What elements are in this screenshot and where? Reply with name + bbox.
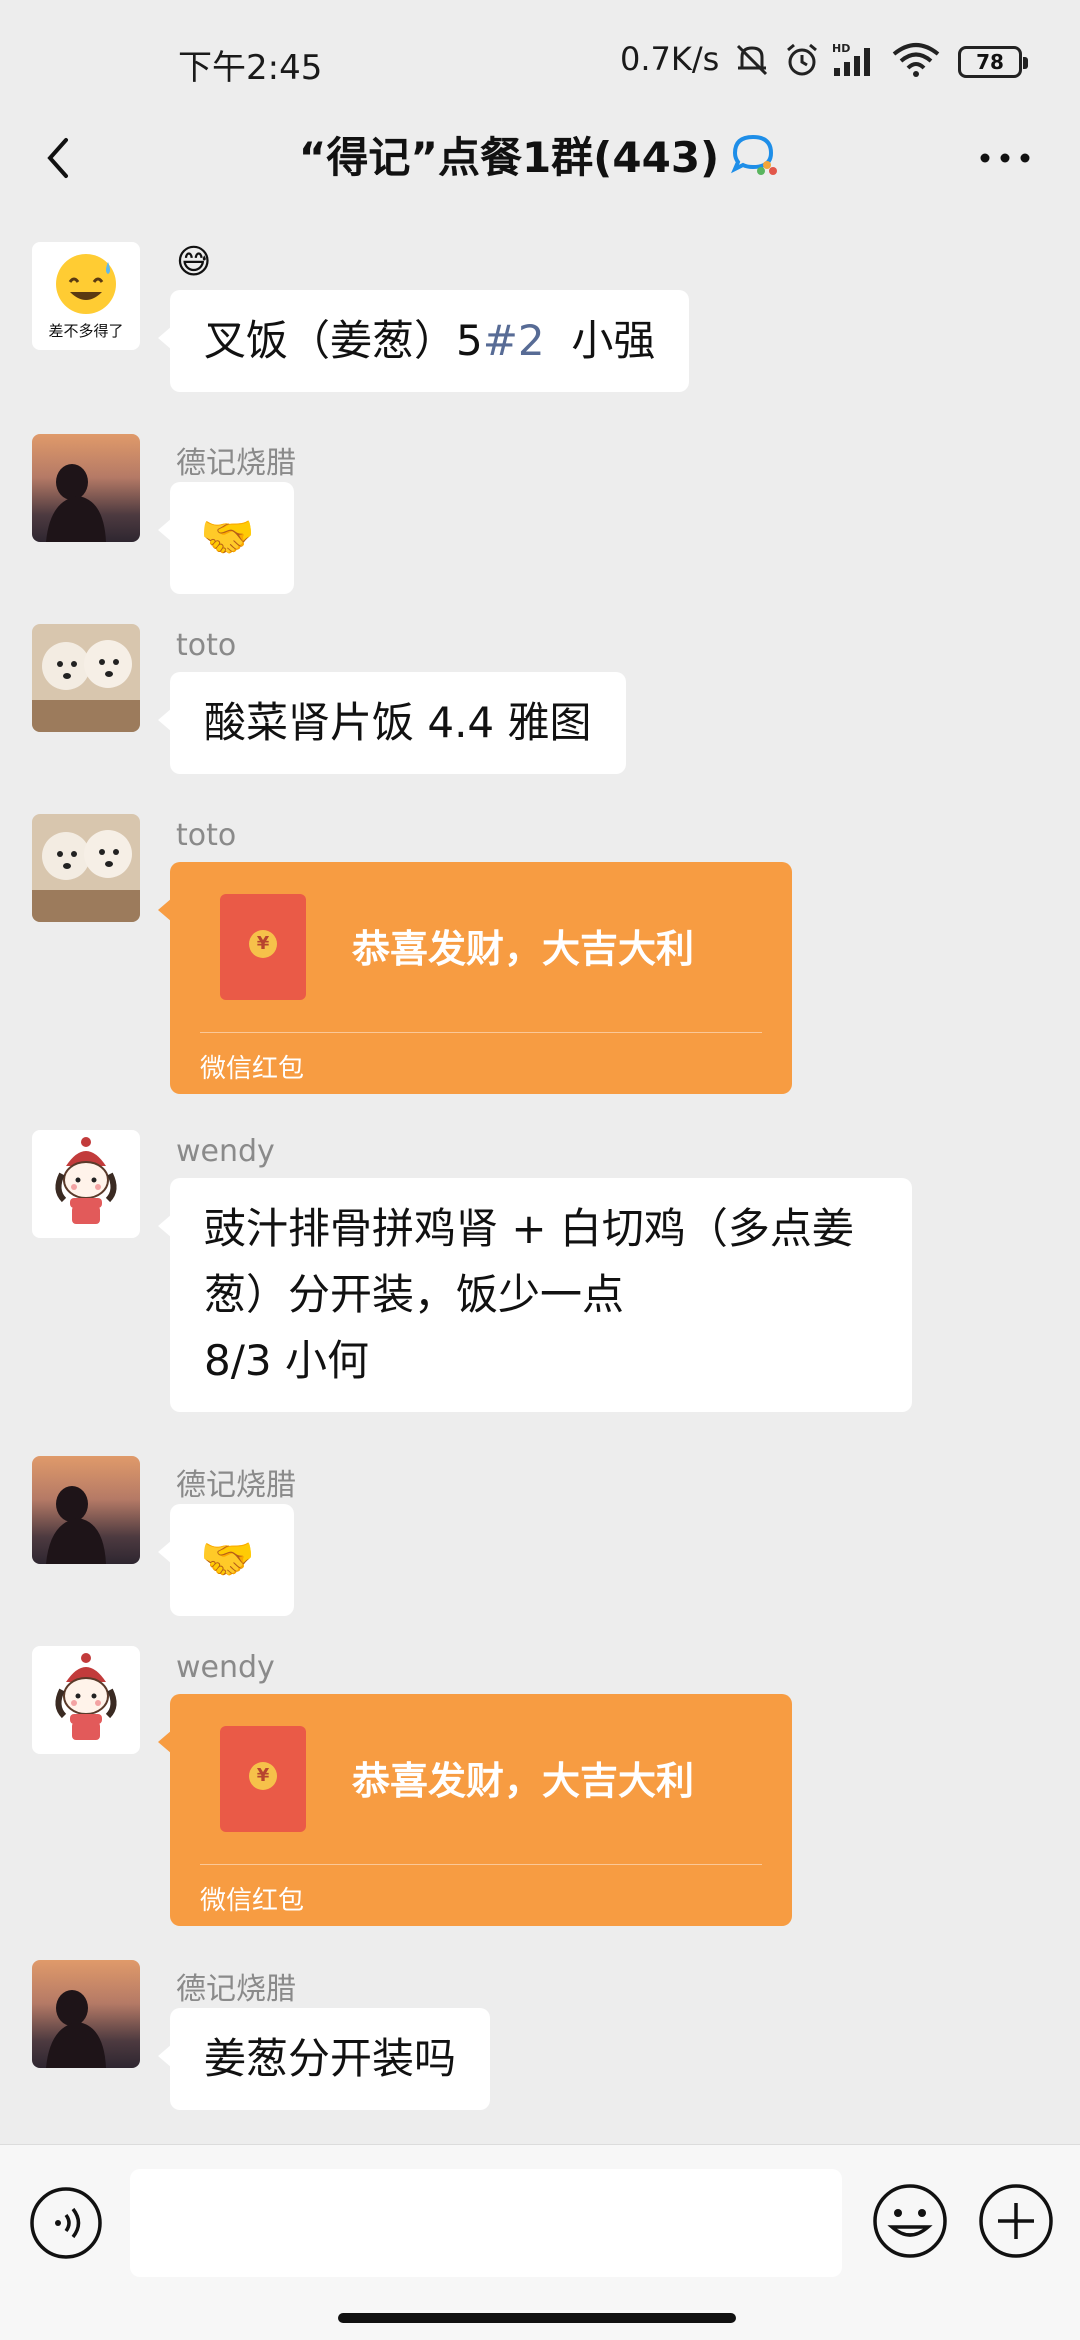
plus-icon[interactable] [976, 2181, 1056, 2261]
red-envelope-icon: ¥ [220, 1726, 306, 1832]
handshake-emoji: 🤝 [200, 512, 255, 563]
message-bubble[interactable]: 豉汁排骨拼鸡肾 + 白切鸡（多点姜 葱）分开装，饭少一点 8/3 小何 [158, 1178, 912, 1412]
status-time: 下午2:45 [178, 48, 323, 88]
network-speed: 0.7K/s [620, 40, 720, 78]
avatar[interactable] [32, 1130, 140, 1238]
mute-bell-icon [736, 44, 768, 76]
avatar[interactable] [32, 814, 140, 922]
message-line-2: 葱）分开装，饭少一点 [204, 1270, 625, 1319]
sender-name: toto [176, 818, 237, 853]
message-line-3: 8/3 小何 [204, 1336, 369, 1385]
avatar[interactable] [32, 1456, 140, 1564]
red-packet-card[interactable]: ¥ 恭喜发财，大吉大利 微信红包 [158, 1694, 792, 1926]
message-input[interactable] [130, 2169, 842, 2277]
chat-title: “得记”点餐1群(443) [298, 133, 720, 182]
message-bubble[interactable]: 叉饭（姜葱）5#2 小强 [157, 290, 690, 392]
person-silhouette-icon [46, 1486, 106, 1564]
chat-header: “得记”点餐1群(443) [0, 112, 1080, 204]
message-text: 姜葱分开装吗 [204, 2034, 457, 2083]
battery-indicator: 78 [958, 46, 1028, 78]
red-envelope-icon: ¥ [220, 894, 306, 1000]
sender-name: wendy [176, 1650, 275, 1685]
svg-text:HD: HD [832, 42, 850, 55]
message-bubble[interactable]: 酸菜肾片饭 4.4 雅图 [158, 672, 626, 774]
avatar-caption: 差不多得了 [48, 322, 124, 340]
cartoon-girl-icon [55, 1137, 117, 1224]
avatar[interactable] [32, 1960, 140, 2068]
message-line-1: 豉汁排骨拼鸡肾 + 白切鸡（多点姜 [204, 1204, 854, 1253]
message-text: 酸菜肾片饭 4.4 雅图 [204, 698, 592, 747]
avatar[interactable]: 差不多得了 [32, 242, 140, 350]
person-silhouette-icon [46, 1990, 106, 2068]
message-text: 叉饭（姜葱）5 [204, 316, 483, 365]
divider [200, 1864, 762, 1865]
sender-name: toto [176, 628, 237, 663]
more-icon[interactable] [970, 128, 1040, 188]
emoji-icon[interactable] [870, 2181, 950, 2261]
sender-name: wendy [176, 1134, 275, 1169]
signal-hd-icon: HD [832, 42, 870, 76]
input-bar [0, 2144, 1080, 2340]
avatar[interactable] [32, 624, 140, 732]
divider [200, 1032, 762, 1033]
sender-name: 德记烧腊 [176, 446, 296, 481]
enterprise-wechat-icon [731, 134, 778, 175]
alarm-icon [787, 43, 817, 76]
voice-icon[interactable] [28, 2185, 104, 2261]
puppies-icon [32, 640, 140, 732]
cartoon-girl-icon [55, 1653, 117, 1740]
emoji-line: 😅 [176, 242, 212, 282]
message-text-tail: 小强 [544, 316, 656, 365]
sender-name: 德记烧腊 [176, 1972, 296, 2007]
handshake-emoji: 🤝 [200, 1534, 255, 1585]
home-indicator[interactable] [338, 2313, 736, 2323]
message-hashtag: #2 [482, 316, 545, 365]
avatar[interactable] [32, 434, 140, 542]
red-packet-greeting: 恭喜发财，大吉大利 [352, 1759, 695, 1803]
message-bubble[interactable]: 🤝 [158, 482, 294, 594]
red-packet-card[interactable]: ¥ 恭喜发财，大吉大利 微信红包 [158, 862, 792, 1094]
red-packet-label: 微信红包 [200, 1054, 305, 1084]
red-packet-greeting: 恭喜发财，大吉大利 [352, 927, 695, 971]
status-bar: 下午2:45 0.7K/s HD 78 [0, 0, 1080, 120]
chat-title-area: “得记”点餐1群(443) [0, 124, 1080, 185]
wifi-icon [892, 43, 940, 77]
message-bubble[interactable]: 姜葱分开装吗 [157, 2008, 491, 2110]
sender-name: 德记烧腊 [176, 1468, 296, 1503]
message-bubble[interactable]: 🤝 [158, 1504, 294, 1616]
person-silhouette-icon [46, 464, 106, 542]
puppies-icon [32, 830, 140, 922]
avatar[interactable] [32, 1646, 140, 1754]
red-packet-label: 微信红包 [200, 1886, 305, 1916]
